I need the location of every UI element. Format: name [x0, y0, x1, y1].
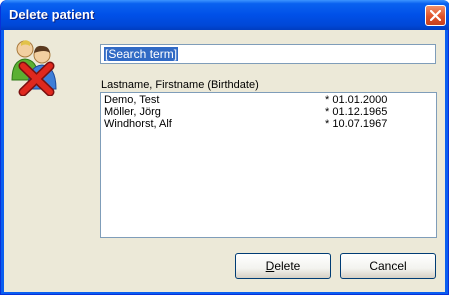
delete-button-label: elete	[274, 259, 301, 273]
close-button[interactable]	[425, 5, 446, 26]
delete-button[interactable]: Delete	[235, 253, 331, 279]
delete-patient-icon	[11, 40, 57, 96]
close-icon	[430, 10, 441, 21]
list-item[interactable]: Windhorst, Alf * 10.07.1967	[101, 117, 436, 130]
cancel-button[interactable]: Cancel	[340, 253, 436, 279]
delete-button-access-key: D	[265, 259, 275, 273]
patient-list[interactable]: Demo, Test * 01.01.2000 Möller, Jörg * 0…	[100, 92, 437, 238]
dialog-body: [Search term] Lastname, Firstname (Birth…	[4, 30, 445, 292]
title-bar[interactable]: Delete patient	[1, 0, 449, 30]
list-item[interactable]: Möller, Jörg * 01.12.1965	[101, 105, 436, 118]
dialog-window: Delete patient [Search term] Lastname, F…	[0, 0, 449, 295]
search-input[interactable]: [Search term]	[100, 44, 436, 64]
list-item[interactable]: Demo, Test * 01.01.2000	[101, 93, 436, 106]
patient-birthdate: * 10.07.1967	[325, 118, 388, 130]
window-title: Delete patient	[9, 7, 95, 22]
list-header-label: Lastname, Firstname (Birthdate)	[101, 79, 259, 91]
patient-name: Windhorst, Alf	[104, 118, 172, 130]
search-input-value: [Search term]	[104, 47, 179, 61]
